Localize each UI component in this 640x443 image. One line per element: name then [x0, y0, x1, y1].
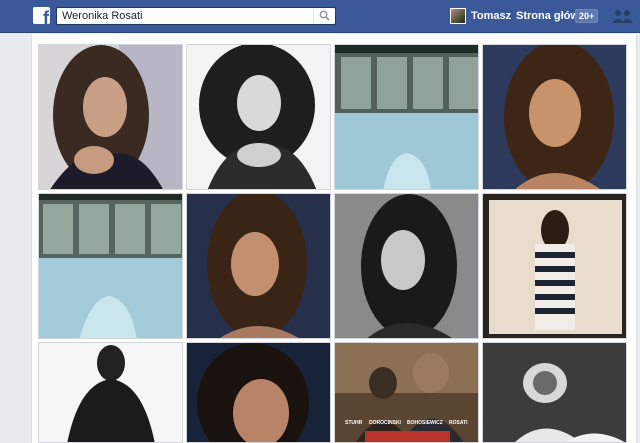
photo-12	[483, 343, 626, 442]
photo-9	[39, 343, 182, 442]
top-bar: f Weronika Rosati Tomasz Strona główna 2…	[0, 0, 640, 33]
poster-name-1: STUHR	[345, 420, 363, 426]
search-icon	[319, 10, 330, 21]
search-box[interactable]: Weronika Rosati	[56, 7, 336, 25]
photo-tile[interactable]	[482, 342, 627, 443]
photo-4	[483, 45, 626, 189]
photo-tile[interactable]	[334, 193, 479, 339]
search-button[interactable]	[313, 8, 335, 24]
photo-tile[interactable]	[38, 44, 183, 190]
photo-tile[interactable]	[186, 44, 331, 190]
photo-tile[interactable]	[482, 44, 627, 190]
poster-name-2: DOROCINSKI	[369, 420, 402, 426]
photo-2	[187, 45, 330, 189]
photo-tile[interactable]	[482, 193, 627, 339]
friends-icon[interactable]	[612, 9, 634, 23]
photo-tile[interactable]	[38, 342, 183, 443]
photo-tile[interactable]	[334, 44, 479, 190]
photo-tile[interactable]	[186, 193, 331, 339]
poster-name-3: BOHOSIEWICZ	[407, 420, 443, 426]
photo-tile[interactable]	[186, 342, 331, 443]
photo-3	[335, 45, 478, 189]
profile-avatar[interactable]	[450, 8, 466, 24]
search-input[interactable]: Weronika Rosati	[62, 10, 143, 22]
poster-name-4: ROSATI	[449, 420, 468, 426]
profile-link[interactable]: Tomasz	[471, 10, 511, 22]
photo-11: STUHR DOROCINSKI BOHOSIEWICZ ROSATI	[335, 343, 478, 442]
photo-tile[interactable]	[38, 193, 183, 339]
photo-5	[39, 194, 182, 338]
photo-grid: STUHR DOROCINSKI BOHOSIEWICZ ROSATI	[31, 34, 637, 443]
photo-6	[187, 194, 330, 338]
photo-tile[interactable]: STUHR DOROCINSKI BOHOSIEWICZ ROSATI	[334, 342, 479, 443]
photo-8	[483, 194, 626, 338]
home-badge: 20+	[575, 9, 599, 23]
photo-10	[187, 343, 330, 442]
photo-1	[39, 45, 182, 189]
facebook-logo-icon[interactable]: f	[33, 7, 50, 24]
photo-7	[335, 194, 478, 338]
